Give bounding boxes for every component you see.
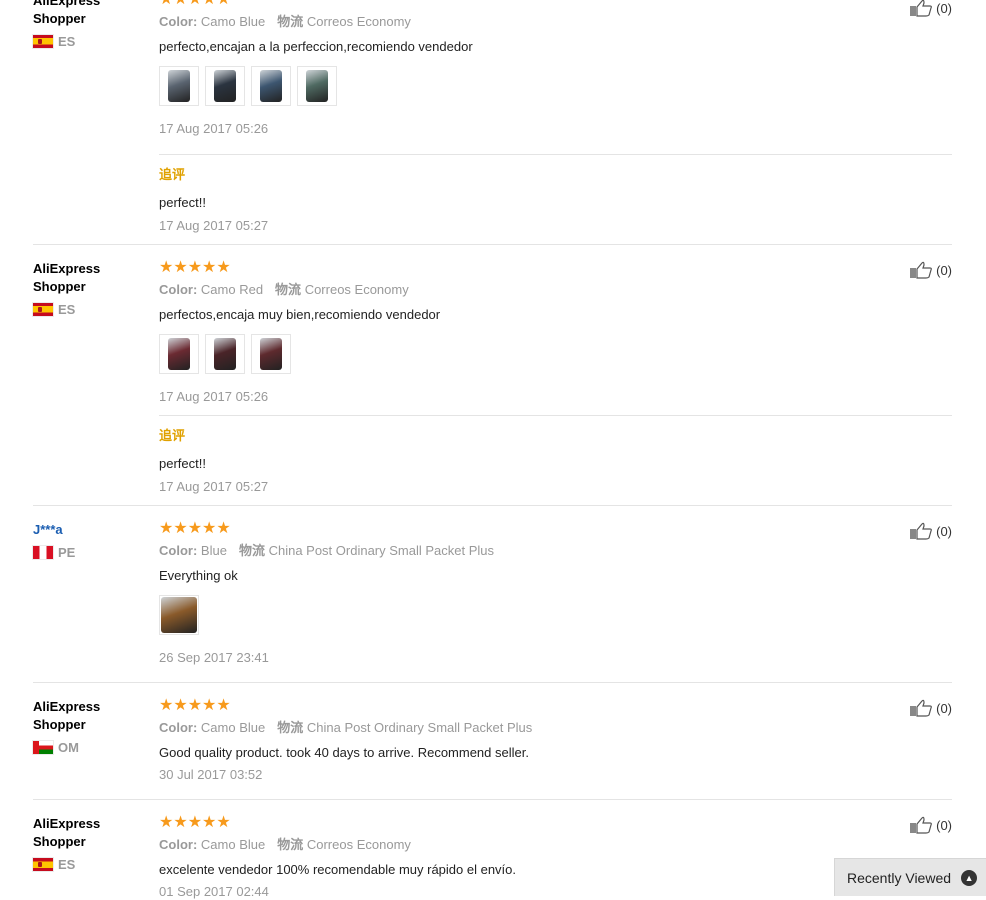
review-photo[interactable] <box>251 66 291 106</box>
color-value: Blue <box>200 543 227 558</box>
shipping-value: China Post Ordinary Small Packet Plus <box>306 720 533 735</box>
review-date: 26 Sep 2017 23:41 <box>159 650 269 665</box>
reviewer-info: AliExpress Shopper ES <box>33 815 143 872</box>
review-photos <box>159 66 909 106</box>
review-photo[interactable] <box>297 66 337 106</box>
helpful-button[interactable]: (0) <box>909 816 952 834</box>
country-code: PE <box>58 544 76 560</box>
review-date: 30 Jul 2017 03:52 <box>159 767 263 782</box>
review-date: 01 Sep 2017 02:44 <box>159 884 269 899</box>
followup-text: perfect!! <box>159 195 206 210</box>
thumbs-up-icon <box>910 261 933 279</box>
shipping-value: Correos Economy <box>306 837 411 852</box>
country-code: ES <box>58 33 76 49</box>
review-item: AliExpress Shopper ES ★★★★★ Color: Camo … <box>33 799 952 899</box>
star-rating: ★★★★★ <box>159 814 231 831</box>
thumbs-up-icon <box>910 522 933 540</box>
review-photo[interactable] <box>205 334 245 374</box>
review-text: perfectos,encaja muy bien,recomiendo ven… <box>159 307 441 322</box>
followup-section: 追评 perfect!! 17 Aug 2017 05:27 <box>159 154 952 234</box>
flag-es-icon <box>33 302 53 316</box>
thumbs-up-icon <box>910 699 933 717</box>
review-photo[interactable] <box>159 66 199 106</box>
helpful-button[interactable]: (0) <box>909 0 952 17</box>
followup-section: 追评 perfect!! 17 Aug 2017 05:27 <box>159 415 952 495</box>
country-code: ES <box>58 856 76 872</box>
country-code: ES <box>58 301 76 317</box>
thumbs-up-icon <box>910 816 933 834</box>
review-photo[interactable] <box>159 334 199 374</box>
reviewer-name: AliExpress Shopper <box>33 0 101 26</box>
recently-viewed-tab[interactable]: Recently Viewed ▲ <box>834 858 986 896</box>
helpful-button[interactable]: (0) <box>909 261 952 279</box>
review-photo[interactable] <box>251 334 291 374</box>
helpful-count: (0) <box>936 0 952 16</box>
thumbs-up-icon <box>910 0 933 17</box>
review-item: AliExpress Shopper OM ★★★★★ Color: Camo … <box>33 682 952 782</box>
reviewer-name[interactable]: J***a <box>33 521 143 539</box>
followup-label: 追评 <box>159 428 186 443</box>
review-body: ★★★★★ Color: Camo Blue物流 Correos Economy… <box>159 815 909 900</box>
review-meta: Color: Camo Blue 物流 China Post Ordinary S… <box>159 720 533 735</box>
star-rating: ★★★★★ <box>159 697 231 714</box>
star-rating: ★★★★★ <box>159 0 909 8</box>
review-item: AliExpress Shopper ES ★★★★★ Color: Camo … <box>33 244 952 404</box>
helpful-count: (0) <box>936 817 952 833</box>
review-date: 17 Aug 2017 05:26 <box>159 121 269 136</box>
review-text: perfecto,encajan a la perfeccion,recomie… <box>159 39 473 54</box>
review-body: ★★★★★ Color: Blue 物流 China Post Ordinary … <box>159 521 909 666</box>
review-body: ★★★★★ Color: Camo Blue物流 Correos Economy… <box>159 0 909 137</box>
review-meta: Color: Camo Blue 物流 Correos Economy <box>159 14 411 29</box>
review-item: J***a PE ★★★★★ Color: Blue 物流 China Post … <box>33 505 952 665</box>
chevron-up-icon: ▲ <box>961 869 978 886</box>
review-text: Good quality product. took 40 days to ar… <box>159 745 529 760</box>
review-meta: Color: Blue 物流 China Post Ordinary Small … <box>159 543 495 558</box>
shipping-value: China Post Ordinary Small Packet Plus <box>268 543 495 558</box>
review-text: Everything ok <box>159 568 238 583</box>
color-value: Camo Blue <box>200 837 266 852</box>
review-photos <box>159 334 909 374</box>
recently-viewed-label: Recently Viewed <box>847 869 952 886</box>
review-text: excelente vendedor 100% recomendable muy… <box>159 862 517 877</box>
helpful-count: (0) <box>936 700 952 716</box>
review-meta: Color: Camo Blue 物流 Correos Economy <box>159 837 411 852</box>
followup-text: perfect!! <box>159 456 206 471</box>
review-body: ★★★★★ Color: Camo Blue 物流 China Post Ordi… <box>159 698 909 783</box>
followup-date: 17 Aug 2017 05:27 <box>159 218 269 233</box>
star-rating: ★★★★★ <box>159 520 231 537</box>
reviewer-info: J***a PE <box>33 521 143 560</box>
reviewer-name: AliExpress Shopper <box>33 261 101 294</box>
flag-pe-icon <box>33 545 53 559</box>
color-value: Camo Blue <box>200 720 266 735</box>
followup-date: 17 Aug 2017 05:27 <box>159 479 269 494</box>
shipping-value: Correos Economy <box>304 282 409 297</box>
helpful-count: (0) <box>936 523 952 539</box>
reviewer-name: AliExpress Shopper <box>33 699 101 732</box>
helpful-count: (0) <box>936 262 952 278</box>
reviewer-info: AliExpress Shopper ES <box>33 0 143 49</box>
flag-om-icon <box>33 740 53 754</box>
reviewer-name: AliExpress Shopper <box>33 816 101 849</box>
country-code: OM <box>58 739 79 755</box>
reviewer-info: AliExpress Shopper ES <box>33 260 143 317</box>
flag-es-icon <box>33 857 53 871</box>
review-photo[interactable] <box>159 595 199 635</box>
color-value: Camo Red <box>200 282 264 297</box>
helpful-button[interactable]: (0) <box>909 522 952 540</box>
review-body: ★★★★★ Color: Camo Red 物流 Correos Economy … <box>159 260 909 405</box>
flag-es-icon <box>33 34 53 48</box>
color-value: Camo Blue <box>200 14 266 29</box>
followup-label: 追评 <box>159 167 186 182</box>
review-photos <box>159 595 909 635</box>
helpful-button[interactable]: (0) <box>909 699 952 717</box>
shipping-value: Correos Economy <box>306 14 411 29</box>
reviewer-info: AliExpress Shopper OM <box>33 698 143 755</box>
star-rating: ★★★★★ <box>159 259 231 276</box>
review-photo[interactable] <box>205 66 245 106</box>
review-meta: Color: Camo Red 物流 Correos Economy <box>159 282 409 297</box>
review-date: 17 Aug 2017 05:26 <box>159 389 269 404</box>
